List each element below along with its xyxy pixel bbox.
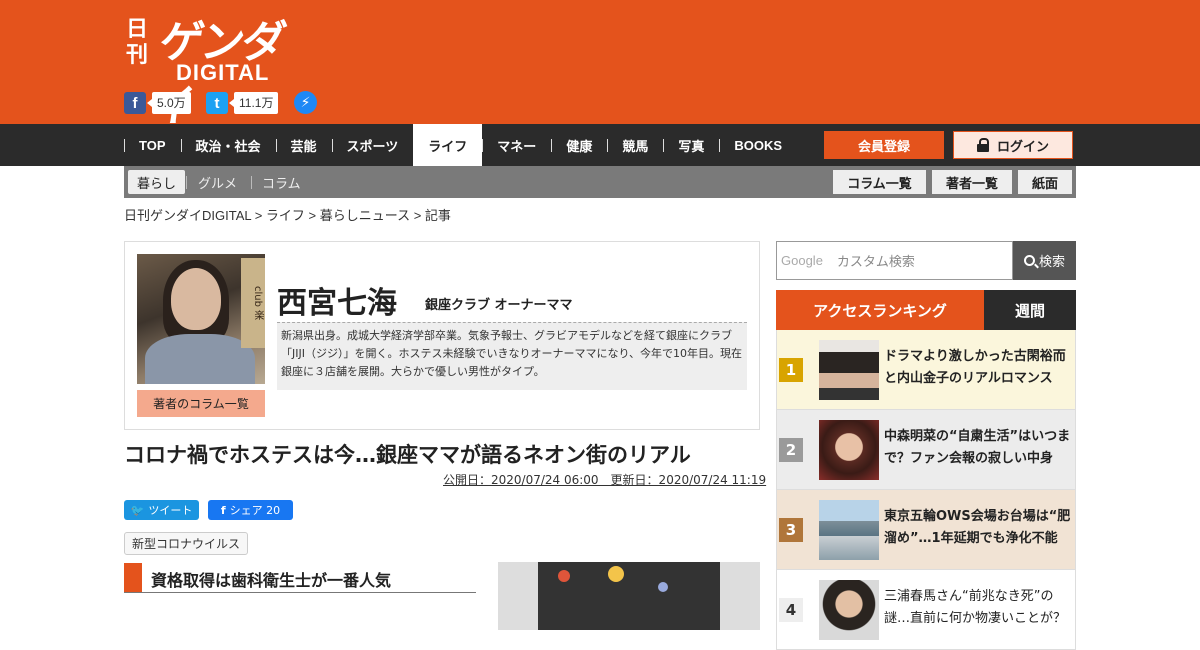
twitter-share-count[interactable]: t 11.1万 (206, 91, 279, 115)
twitter-bird-icon: 🐦 (130, 503, 145, 517)
search-icon (1023, 255, 1035, 266)
site-logo[interactable]: 日刊 ゲンダイ DIGITAL (126, 10, 306, 132)
ranking-thumbnail (819, 420, 879, 480)
nav-item-top[interactable]: TOP (124, 124, 181, 166)
ranking-title-text: 三浦春馬さん“前兆なき死”の謎…直前に何か物凄いことが？ (884, 589, 1067, 626)
site-header: 日刊 ゲンダイ DIGITAL f 5.0万 t 11.1万 ⚡ (0, 0, 1200, 132)
author-bio: 新潟県出身。成城大学経済学部卒業。気象予報士、グラビアモデルなどを経て銀座にクラ… (277, 322, 747, 390)
facebook-icon: f (220, 503, 226, 517)
ranking-thumbnail (819, 500, 879, 560)
search-button[interactable]: 検索 (1013, 241, 1076, 280)
rank-number: 2 (779, 438, 803, 462)
subnav-divider (251, 176, 252, 189)
nav-item-books[interactable]: BOOKS (719, 124, 797, 166)
login-label: ログイン (996, 139, 1049, 155)
lock-icon (976, 138, 989, 152)
ranking-title-text: ドラマより激しかった古閑裕而と内山金子のリアルロマンス (884, 349, 1066, 386)
subheading-text: 資格取得は歯科衛生士が一番人気 (151, 571, 392, 590)
search-brand: Google (781, 253, 823, 268)
article-subheading: 資格取得は歯科衛生士が一番人気 (124, 563, 476, 593)
ranking-item[interactable]: 3 東京五輪OWS会場お台場は“肥溜め”…1年延期でも浄化不能 (776, 490, 1076, 570)
author-name: 西宮七海 (277, 286, 397, 321)
subnav-item-kurashi[interactable]: 暮らし (128, 170, 186, 194)
ranking-title-text: 中森明菜の“自粛生活”はいつまで？ファン会報の寂しい中身 (884, 429, 1071, 466)
subnav-item-gourmet[interactable]: グルメ (189, 170, 246, 194)
article-dates: 公開日：2020/07/24 06:00 更新日：2020/07/24 11:1… (443, 473, 767, 487)
facebook-icon: f (124, 92, 146, 114)
column-list-button[interactable]: コラム一覧 (833, 170, 926, 194)
ranking-thumbnail (819, 340, 879, 400)
ranking-thumbnail (819, 580, 879, 640)
ranking-item[interactable]: 1 ドラマより激しかった古閑裕而と内山金子のリアルロマンス (776, 330, 1076, 410)
paper-button[interactable]: 紙面 (1018, 170, 1072, 194)
ranking-title[interactable]: アクセスランキング (776, 290, 984, 330)
rank-number: 3 (779, 518, 803, 542)
author-profile: club 楽 著者のコラム一覧 西宮七海 銀座クラブ オーナーママ 新潟県出身。… (124, 241, 760, 430)
author-photo[interactable]: club 楽 (137, 254, 265, 384)
author-list-button[interactable]: 著者一覧 (932, 170, 1012, 194)
author-columns-button[interactable]: 著者のコラム一覧 (137, 390, 265, 417)
twitter-icon: t (206, 92, 228, 114)
photo-sign: club 楽 (241, 258, 265, 348)
register-button[interactable]: 会員登録 (824, 131, 944, 159)
ranking-tab-weekly[interactable]: 週間 (984, 290, 1076, 330)
subnav-item-column[interactable]: コラム (253, 170, 310, 194)
rank-number: 1 (779, 358, 803, 382)
nav-item-entertainment[interactable]: 芸能 (275, 124, 332, 166)
search-placeholder: カスタム検索 (836, 255, 915, 270)
search-button-label: 検索 (1038, 255, 1065, 270)
author-title: 銀座クラブ オーナーママ (425, 298, 573, 313)
nav-item-politics[interactable]: 政治・社会 (180, 124, 276, 166)
rank-number: 4 (779, 598, 803, 622)
nav-item-photo[interactable]: 写真 (663, 124, 719, 166)
ranking-item[interactable]: 2 中森明菜の“自粛生活”はいつまで？ファン会報の寂しい中身 (776, 410, 1076, 490)
ranking-item[interactable]: 4 三浦春馬さん“前兆なき死”の謎…直前に何か物凄いことが？ (776, 570, 1076, 650)
article-title: コロナ禍でホステスは今…銀座ママが語るネオン街のリアル (124, 443, 691, 467)
logo-digital: DIGITAL (176, 60, 270, 85)
breadcrumb[interactable]: 日刊ゲンダイDIGITAL > ライフ > 暮らしニュース > 記事 (124, 205, 451, 224)
twitter-count: 11.1万 (228, 92, 279, 114)
nav-item-money[interactable]: マネー (482, 124, 551, 166)
facebook-share-button[interactable]: f シェア 20 (208, 500, 293, 520)
nav-item-keiba[interactable]: 競馬 (607, 124, 663, 166)
logo-nikkan: 日刊 (126, 16, 149, 68)
subnav-divider (186, 176, 187, 189)
share-label: シェア 20 (229, 504, 281, 517)
nav-item-life[interactable]: ライフ (413, 124, 483, 166)
login-button[interactable]: ログイン (953, 131, 1073, 159)
nav-item-sports[interactable]: スポーツ (331, 124, 414, 166)
sub-nav: 暮らし グルメ コラム コラム一覧 著者一覧 紙面 (124, 166, 1076, 198)
ranking-title-text: 東京五輪OWS会場お台場は“肥溜め”…1年延期でも浄化不能 (884, 509, 1071, 546)
facebook-share-count[interactable]: f 5.0万 (124, 91, 191, 115)
tweet-button[interactable]: 🐦 ツイート (124, 500, 199, 520)
article-photo[interactable] (498, 562, 760, 630)
tweet-label: ツイート (148, 504, 193, 517)
search-input[interactable]: Google カスタム検索 (776, 241, 1013, 280)
topic-tag[interactable]: 新型コロナウイルス (124, 532, 249, 555)
nav-item-health[interactable]: 健康 (551, 124, 607, 166)
facebook-count: 5.0万 (147, 92, 191, 114)
messenger-icon[interactable]: ⚡ (294, 91, 317, 114)
